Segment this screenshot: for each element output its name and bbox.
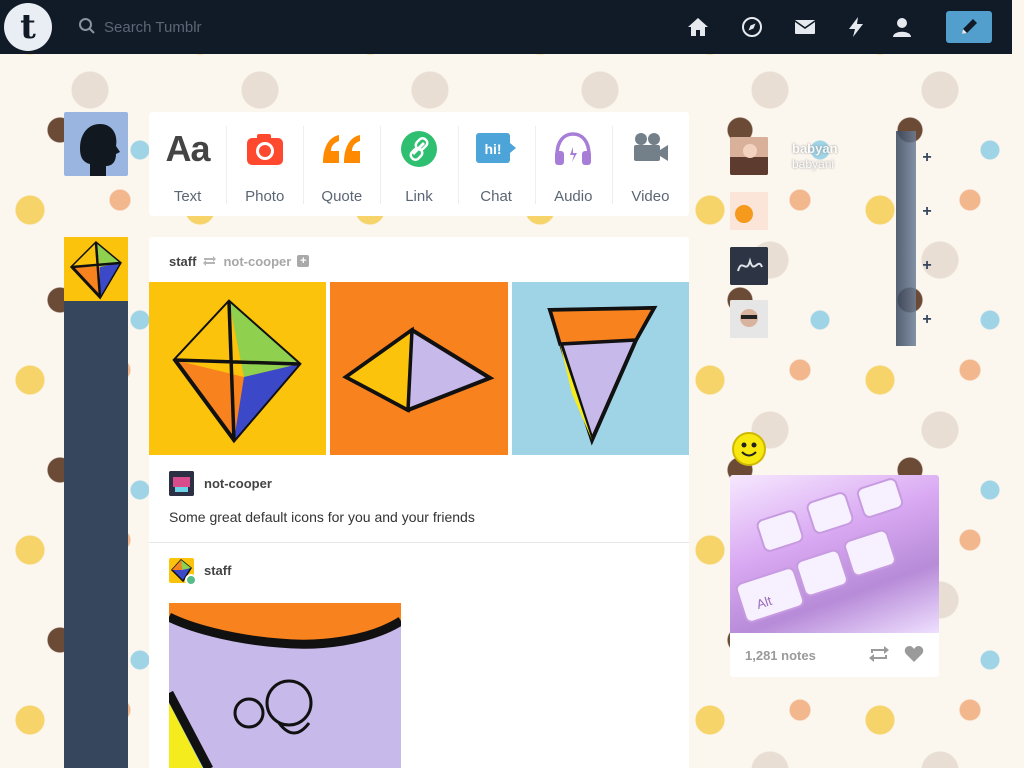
reblogged-from-name[interactable]: not-cooper: [223, 254, 291, 269]
camera-icon: [246, 130, 284, 168]
recommended-blogs-backdrop: [896, 131, 916, 346]
post-type-label: Video: [631, 188, 670, 205]
post-type-photo[interactable]: Photo: [226, 112, 303, 216]
reblog-attribution: not-cooper: [169, 471, 272, 496]
recommended-blog-avatar[interactable]: [730, 137, 768, 175]
heart-icon[interactable]: [904, 645, 924, 663]
post-type-label: Quote: [321, 188, 363, 205]
post-card: staff not-cooper + not-cooper Some great…: [149, 237, 689, 768]
recommended-blog-name[interactable]: babyan: [792, 141, 838, 156]
post-type-audio[interactable]: Audio: [534, 112, 612, 216]
text-post-icon: Aa: [165, 128, 211, 169]
follow-plus-icon[interactable]: +: [297, 255, 310, 267]
recommended-blog-avatar[interactable]: [730, 192, 768, 230]
activity-icon[interactable]: [844, 15, 868, 39]
user-avatar[interactable]: [64, 112, 128, 176]
post-type-label: Link: [405, 188, 433, 205]
post-author-avatar[interactable]: [64, 237, 128, 301]
post-type-video[interactable]: Video: [611, 112, 689, 216]
radar-keyboard-image[interactable]: Alt: [730, 475, 939, 633]
post-photo-1[interactable]: [149, 282, 326, 455]
top-navigation-bar: t: [0, 0, 1012, 54]
follow-plus-icon[interactable]: +: [920, 204, 934, 220]
reblog-icon[interactable]: [868, 645, 890, 663]
inbox-icon[interactable]: [793, 15, 817, 39]
dashboard-column-background: [64, 300, 128, 768]
chat-icon: hi!: [475, 130, 517, 168]
post-photo-3[interactable]: [512, 282, 689, 455]
second-author-name[interactable]: staff: [204, 563, 231, 578]
staff-attribution: staff: [169, 558, 231, 586]
post-type-label: Audio: [554, 188, 593, 205]
smiley-icon: [732, 432, 766, 466]
silhouette-icon: [80, 124, 120, 176]
post-type-text[interactable]: Aa Text: [149, 112, 226, 216]
recommended-blog-avatar[interactable]: [730, 300, 768, 338]
post-caption: Some great default icons for you and you…: [169, 509, 475, 525]
svg-text:hi!: hi!: [485, 141, 502, 157]
post-type-quote[interactable]: Quote: [303, 112, 380, 216]
tumblr-logo[interactable]: t: [4, 3, 52, 51]
radar-post-card: Alt 1,281 notes: [730, 475, 939, 677]
quote-icon: [321, 130, 363, 168]
not-cooper-avatar[interactable]: [169, 471, 194, 496]
headphones-icon: [553, 130, 593, 168]
recommended-blog-avatar[interactable]: [730, 247, 768, 285]
post-type-label: Text: [173, 188, 202, 205]
pencil-icon: [962, 19, 977, 34]
account-icon[interactable]: [890, 15, 914, 39]
follow-plus-icon[interactable]: +: [920, 312, 934, 328]
post-type-label: Chat: [480, 188, 512, 205]
reblog-author-name[interactable]: not-cooper: [204, 476, 272, 491]
post-type-chat[interactable]: hi! Chat: [457, 112, 535, 216]
notes-count[interactable]: 1,281 notes: [745, 648, 816, 663]
search-icon: [79, 18, 95, 34]
logo-letter: t: [20, 7, 36, 47]
video-camera-icon: [630, 130, 670, 168]
search-input[interactable]: [104, 14, 404, 40]
radar-actions: [868, 645, 924, 663]
post-divider: [149, 542, 689, 543]
post-header: staff not-cooper +: [169, 252, 310, 270]
follow-plus-icon[interactable]: +: [920, 150, 934, 166]
reblog-icon: [203, 256, 217, 266]
recommended-blog-title: babyani: [792, 157, 835, 171]
staff-mini-avatar[interactable]: [169, 558, 197, 586]
kite-avatar-icon: [69, 240, 122, 300]
verified-badge-icon: [185, 574, 197, 586]
home-icon[interactable]: [686, 15, 710, 39]
explore-icon[interactable]: [740, 15, 764, 39]
post-type-link[interactable]: Link: [380, 112, 457, 216]
link-icon: [400, 130, 438, 168]
post-photo-2[interactable]: [330, 282, 508, 455]
post-type-selector: Aa Text Photo Quote Link hi! Chat Audio …: [149, 112, 689, 216]
post-blog-name[interactable]: staff: [169, 254, 196, 269]
post-type-label: Photo: [245, 188, 285, 205]
post-photo-large[interactable]: [169, 603, 401, 768]
follow-plus-icon[interactable]: +: [920, 258, 934, 274]
compose-button[interactable]: [946, 11, 992, 43]
